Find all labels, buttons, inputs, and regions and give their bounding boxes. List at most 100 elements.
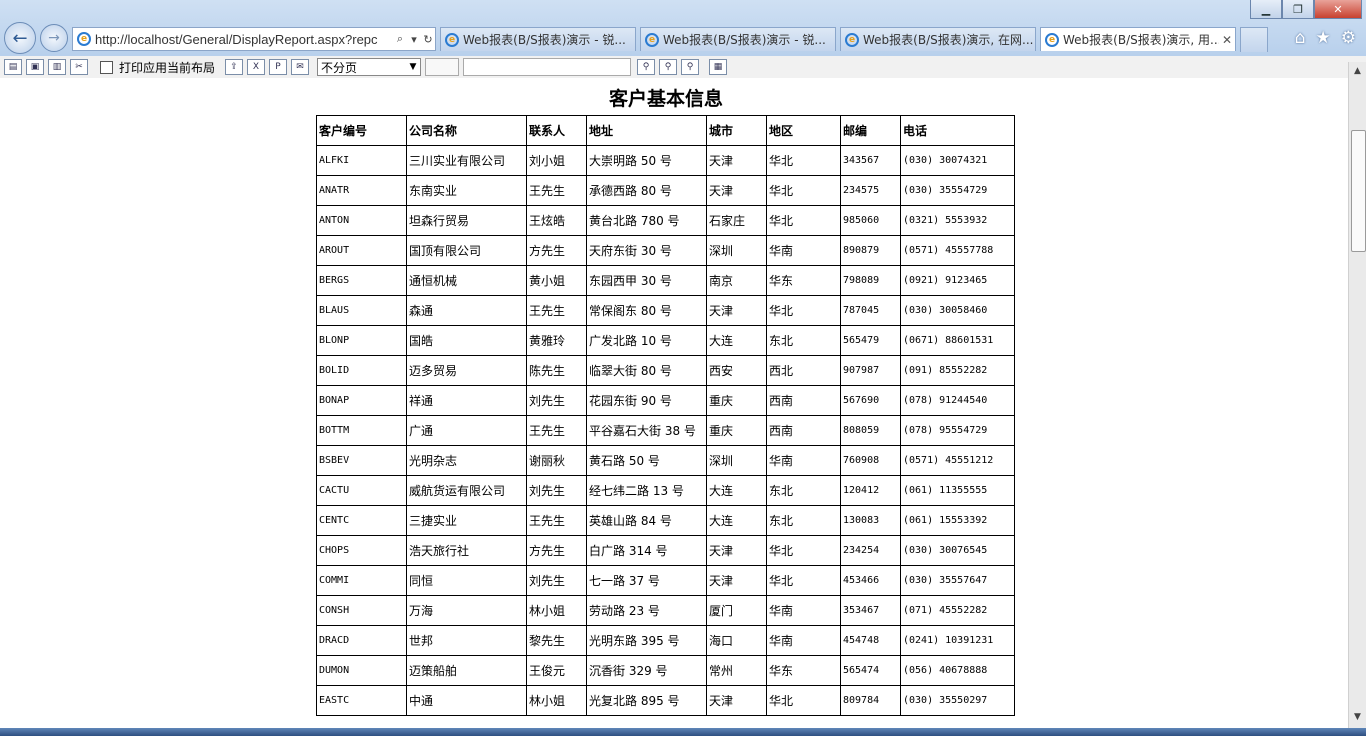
table-cell: 王先生	[526, 505, 587, 536]
table-cell: 万海	[406, 595, 527, 626]
table-cell: 454748	[840, 625, 901, 656]
pdf-export-icon[interactable]: P	[269, 59, 288, 75]
window-controls: ▁ ❐ ✕	[1250, 0, 1362, 19]
table-cell: 大连	[706, 505, 767, 536]
table-cell: 方先生	[526, 235, 587, 266]
page-setup-tools-icon[interactable]: ✂	[70, 59, 88, 75]
excel-export-icon[interactable]: X	[247, 59, 266, 75]
table-row: ANATR 东南实业 王先生 承德西路 80 号天津 华北 234575 (030) 355…	[316, 175, 1015, 206]
table-row: BOLID 迈多贸易 陈先生 临翠大街 80 号西安 西北 907987 (091) 855…	[316, 355, 1015, 386]
table-cell: (0241) 10391231	[900, 625, 1015, 656]
table-cell: BOLID	[316, 355, 407, 386]
table-cell: 厦门	[706, 595, 767, 626]
back-button[interactable]: ←	[4, 22, 36, 54]
table-cell: 深圳	[706, 235, 767, 266]
email-icon[interactable]: ✉	[291, 59, 310, 75]
tab-close-icon[interactable]: ✕	[1219, 33, 1235, 47]
table-cell: 985060	[840, 205, 901, 236]
find-all-icon[interactable]: ⚲	[681, 59, 700, 75]
table-cell: 谢丽秋	[526, 445, 587, 476]
table-cell: AROUT	[316, 235, 407, 266]
table-cell: 907987	[840, 355, 901, 386]
browser-tab[interactable]: e Web报表(B/S报表)演示 - 锐...	[640, 27, 836, 51]
table-cell: 经七纬二路 13 号	[586, 475, 707, 506]
table-cell: (091) 85552282	[900, 355, 1015, 386]
print-icon[interactable]: ▤	[4, 59, 22, 75]
find-icon[interactable]: ⚲	[637, 59, 656, 75]
browser-tab-active[interactable]: e Web报表(B/S报表)演示, 用... ✕	[1040, 27, 1236, 51]
find-text-input[interactable]	[463, 58, 632, 76]
table-cell: 常州	[706, 655, 767, 686]
scroll-down-icon[interactable]: ▼	[1349, 712, 1366, 726]
table-cell: 华北	[766, 145, 841, 176]
table-cell: 东北	[766, 505, 841, 536]
scrollbar-thumb[interactable]	[1351, 130, 1366, 252]
favorites-star-icon[interactable]: ★	[1316, 28, 1331, 48]
table-cell: (030) 30058460	[900, 295, 1015, 326]
table-cell: 大连	[706, 325, 767, 356]
checkbox-box[interactable]	[100, 60, 113, 74]
column-header: 客户编号	[316, 115, 407, 146]
search-icon[interactable]: ⌕	[393, 32, 407, 46]
column-header: 城市	[706, 115, 767, 146]
table-cell: 天津	[706, 175, 767, 206]
refresh-icon[interactable]: ↻	[421, 33, 435, 46]
page-number-input[interactable]	[425, 58, 460, 76]
table-cell: (061) 11355555	[900, 475, 1015, 506]
browser-tab[interactable]: e Web报表(B/S报表)演示 - 锐...	[440, 27, 636, 51]
address-bar[interactable]: e http://localhost/General/DisplayReport…	[72, 27, 436, 51]
report-toolbar: ▤ ▣ ▥ ✂ 打印应用当前布局 ⇪ X P ✉ 不分页 ▼ ⚲ ⚲ ⚲ ▦	[0, 56, 1366, 79]
book-icon[interactable]: ▥	[48, 59, 66, 75]
table-cell: 东北	[766, 325, 841, 356]
table-cell: 刘先生	[526, 475, 587, 506]
table-cell: 华南	[766, 595, 841, 626]
print-preview-icon[interactable]: ▣	[26, 59, 44, 75]
table-cell: 天津	[706, 295, 767, 326]
table-row: AROUT 国顶有限公司 方先生 天府东街 30 号深圳 华南 890879 (0571) …	[316, 235, 1015, 266]
table-cell: 353467	[840, 595, 901, 626]
ie-page-icon: e	[645, 32, 659, 47]
table-cell: 567690	[840, 385, 901, 416]
table-cell: 234575	[840, 175, 901, 206]
close-icon[interactable]: ✕	[1314, 0, 1362, 19]
table-cell: 黄小姐	[526, 265, 587, 296]
table-cell: 坦森行贸易	[406, 205, 527, 236]
new-tab-button[interactable]	[1240, 27, 1268, 52]
table-cell: 787045	[840, 295, 901, 326]
export-icon[interactable]: ⇪	[225, 59, 244, 75]
browser-tab[interactable]: e Web报表(B/S报表)演示, 在网...	[840, 27, 1036, 51]
address-input[interactable]: http://localhost/General/DisplayReport.a…	[95, 32, 393, 47]
table-cell: 华东	[766, 655, 841, 686]
table-row: CENTC 三捷实业 王先生 英雄山路 84 号大连 东北 130083 (061) 155…	[316, 505, 1015, 536]
ie-page-icon: e	[77, 32, 91, 46]
maximize-icon[interactable]: ❐	[1282, 0, 1314, 19]
table-cell: 西安	[706, 355, 767, 386]
table-row: EASTC 中通 林小姐 光复北路 895 号天津 华北 809784 (030) 3555…	[316, 685, 1015, 716]
table-cell: 光明东路 395 号	[586, 625, 707, 656]
print-layout-checkbox[interactable]: 打印应用当前布局	[100, 59, 215, 76]
column-header: 公司名称	[406, 115, 527, 146]
table-cell: BSBEV	[316, 445, 407, 476]
scroll-up-icon[interactable]: ▲	[1349, 66, 1366, 80]
table-cell: 七一路 37 号	[586, 565, 707, 596]
table-cell: 453466	[840, 565, 901, 596]
find-next-icon[interactable]: ⚲	[659, 59, 678, 75]
forward-button[interactable]: →	[40, 24, 68, 52]
table-cell: 迈策船舶	[406, 655, 527, 686]
table-cell: 同恒	[406, 565, 527, 596]
customer-table: 客户编号 公司名称 联系人 地址 城市 地区 邮编 电话 ALFKI 三川实业有限…	[316, 115, 1015, 716]
table-cell: 光复北路 895 号	[586, 685, 707, 716]
arrow-left-icon: ←	[12, 27, 28, 49]
home-icon[interactable]: ⌂	[1295, 28, 1306, 48]
options-icon[interactable]: ▦	[709, 59, 728, 75]
vertical-scrollbar[interactable]: ▲ ▼	[1348, 62, 1366, 728]
table-cell: 劳动路 23 号	[586, 595, 707, 626]
table-cell: 809784	[840, 685, 901, 716]
minimize-icon[interactable]: ▁	[1250, 0, 1282, 19]
paging-select[interactable]: 不分页 ▼	[317, 58, 422, 76]
dropdown-arrow-icon[interactable]: ▾	[407, 33, 421, 46]
tools-gear-icon[interactable]: ⚙	[1341, 28, 1356, 48]
table-row: CONSH 万海 林小姐 劳动路 23 号厦门 华南 353467 (071) 455522…	[316, 595, 1015, 626]
table-cell: DUMON	[316, 655, 407, 686]
table-row: ALFKI 三川实业有限公司 刘小姐 大崇明路 50 号天津 华北 343567 (030)…	[316, 145, 1015, 176]
